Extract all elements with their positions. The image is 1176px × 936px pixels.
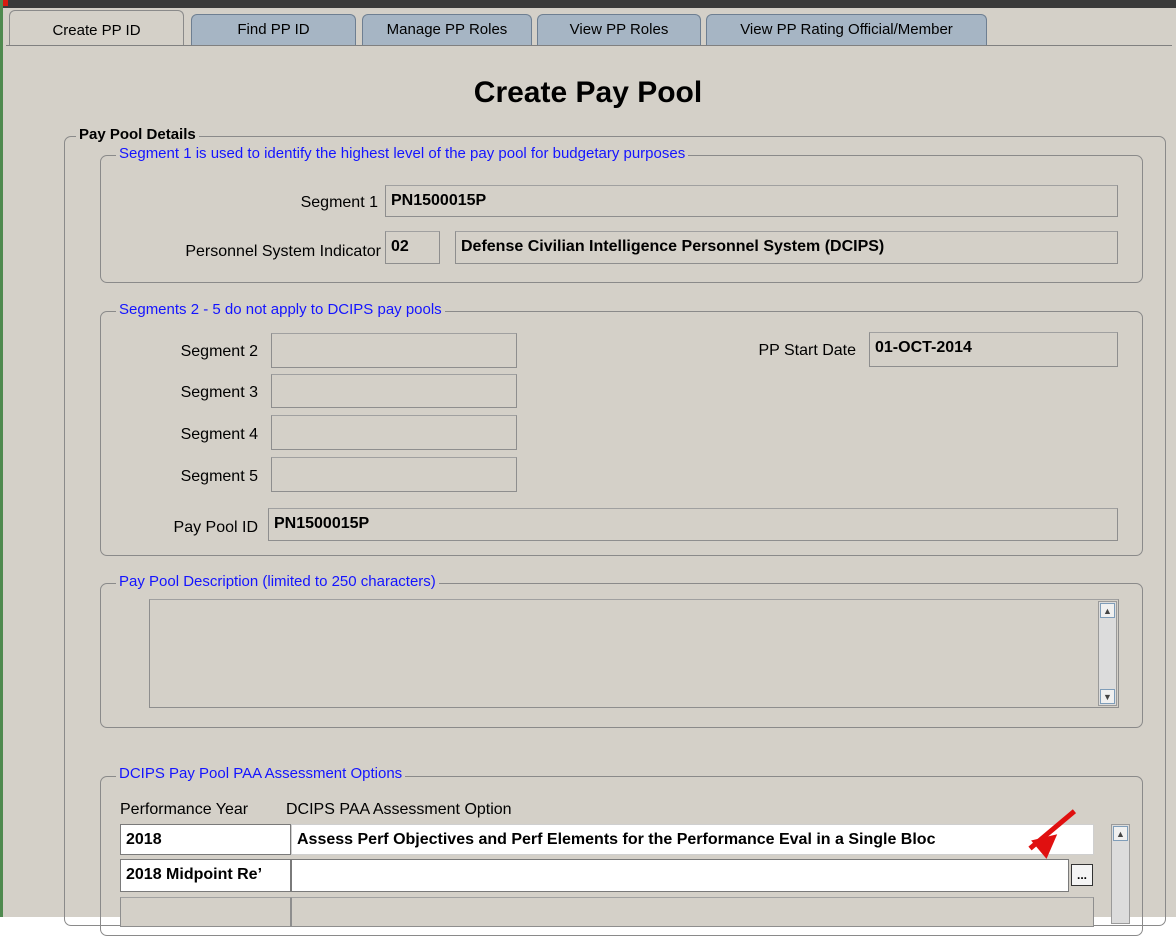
tab-view-pp-roles[interactable]: View PP Roles: [537, 14, 701, 45]
segments-2-5-group-legend: Segments 2 - 5 do not apply to DCIPS pay…: [116, 301, 445, 318]
psi-description-field: Defense Civilian Intelligence Personnel …: [455, 231, 1118, 264]
tab-manage-pp-roles[interactable]: Manage PP Roles: [362, 14, 532, 45]
window-left-edge: [0, 0, 3, 917]
pp-start-date-label: PP Start Date: [758, 342, 856, 359]
pp-start-date-field[interactable]: 01-OCT-2014: [869, 332, 1118, 367]
pay-pool-id-label: Pay Pool ID: [173, 519, 258, 536]
segment4-label: Segment 4: [180, 426, 258, 443]
psi-code-field[interactable]: 02: [385, 231, 440, 264]
segment3-label: Segment 3: [180, 384, 258, 401]
column-header-performance-year: Performance Year: [120, 801, 249, 818]
segment1-group-legend: Segment 1 is used to identify the highes…: [116, 145, 689, 162]
page-title: Create Pay Pool: [473, 76, 703, 109]
tab-view-pp-rating-official[interactable]: View PP Rating Official/Member: [706, 14, 987, 45]
paa-options-group-legend: DCIPS Pay Pool PAA Assessment Options: [116, 765, 406, 782]
paa-row1-option-field[interactable]: Assess Perf Objectives and Perf Elements…: [291, 824, 1094, 855]
description-scrollbar[interactable]: ▲ ▼: [1098, 601, 1117, 706]
tab-create-pp-id[interactable]: Create PP ID: [9, 10, 184, 46]
psi-label: Personnel System Indicator: [185, 243, 381, 260]
paa-options-scrollbar[interactable]: ▲: [1111, 824, 1130, 924]
window-top-bar: [0, 0, 1176, 8]
segment2-field[interactable]: [271, 333, 517, 368]
scroll-down-icon[interactable]: ▼: [1100, 689, 1115, 704]
segment3-field[interactable]: [271, 374, 517, 408]
description-group-legend: Pay Pool Description (limited to 250 cha…: [116, 573, 439, 590]
pay-pool-description-textarea[interactable]: [149, 599, 1119, 708]
paa-row2-option-field[interactable]: [291, 859, 1069, 892]
pay-pool-id-field: PN1500015P: [268, 508, 1118, 541]
list-of-values-button[interactable]: ...: [1071, 864, 1093, 886]
pay-pool-details-legend: Pay Pool Details: [76, 126, 199, 143]
scroll-up-icon[interactable]: ▲: [1113, 826, 1128, 841]
paa-row3-option-field[interactable]: [291, 897, 1094, 927]
paa-row1-year-field[interactable]: 2018: [120, 824, 291, 855]
segment4-field[interactable]: [271, 415, 517, 450]
tab-baseline: [6, 45, 1172, 46]
segment1-field[interactable]: PN1500015P: [385, 185, 1118, 217]
paa-row2-year-field[interactable]: 2018 Midpoint Re’: [120, 859, 291, 892]
segment2-label: Segment 2: [180, 343, 258, 360]
scroll-up-icon[interactable]: ▲: [1100, 603, 1115, 618]
column-header-assessment-option: DCIPS PAA Assessment Option: [286, 801, 512, 818]
segment5-field[interactable]: [271, 457, 517, 492]
tab-find-pp-id[interactable]: Find PP ID: [191, 14, 356, 45]
paa-row3-year-field[interactable]: [120, 897, 291, 927]
segment5-label: Segment 5: [180, 468, 258, 485]
segment1-label: Segment 1: [300, 194, 378, 211]
